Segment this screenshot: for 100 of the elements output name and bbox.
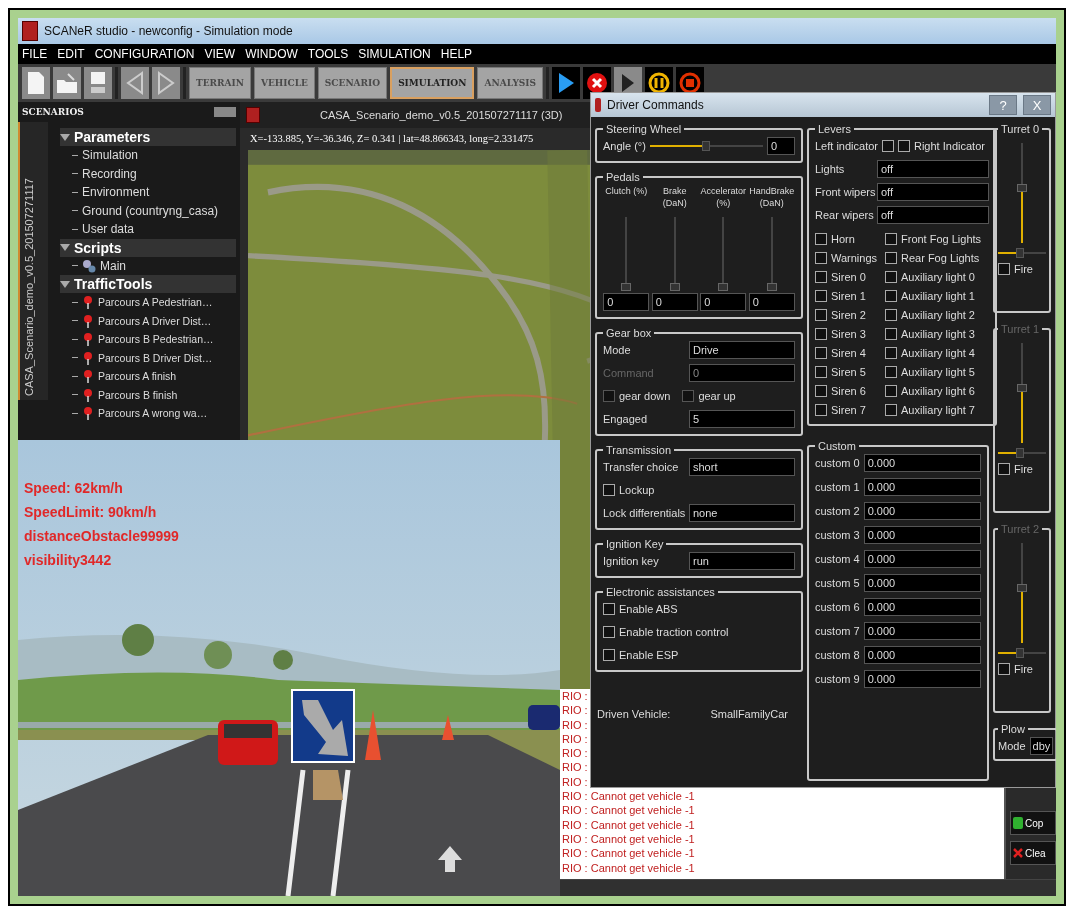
menu-item[interactable]: VIEW: [204, 47, 236, 61]
slider-thumb[interactable]: [766, 283, 777, 291]
vertical-slider[interactable]: [1017, 343, 1027, 443]
value-field[interactable]: 0.000: [863, 598, 981, 616]
tree-item[interactable]: Recording: [82, 166, 137, 181]
tree-item[interactable]: Parcours B Pedestrian…: [98, 333, 214, 346]
checkbox[interactable]: [882, 140, 894, 152]
save-icon[interactable]: [84, 67, 112, 99]
expand-arrow-icon[interactable]: [60, 133, 70, 141]
horizontal-slider[interactable]: [998, 448, 1046, 458]
value-field[interactable]: none: [689, 504, 795, 522]
value-field[interactable]: dby: [1029, 737, 1054, 755]
checkbox[interactable]: [885, 290, 897, 302]
menu-item[interactable]: EDIT: [57, 47, 85, 61]
slider-thumb[interactable]: [669, 283, 680, 291]
checkbox[interactable]: [815, 309, 827, 321]
checkbox[interactable]: [898, 140, 910, 152]
checkbox[interactable]: [998, 263, 1010, 275]
value-field[interactable]: off: [877, 183, 990, 201]
value-field[interactable]: 0.000: [863, 646, 981, 664]
checkbox[interactable]: [885, 271, 897, 283]
checkbox[interactable]: [885, 366, 897, 378]
checkbox[interactable]: [815, 233, 827, 245]
horizontal-slider[interactable]: [998, 648, 1046, 658]
checkbox[interactable]: [603, 626, 615, 638]
value-field[interactable]: 0.000: [863, 574, 981, 592]
slider-thumb[interactable]: [702, 141, 711, 151]
value-field[interactable]: short: [689, 458, 795, 476]
menu-item[interactable]: WINDOW: [245, 47, 298, 61]
slider-thumb[interactable]: [1015, 248, 1024, 258]
horizontal-slider[interactable]: [649, 141, 763, 151]
menu-item[interactable]: SIMULATION: [358, 47, 431, 61]
checkbox[interactable]: [885, 328, 897, 340]
mode-tab[interactable]: ANALYSIS: [477, 67, 544, 99]
checkbox[interactable]: [815, 328, 827, 340]
checkbox[interactable]: [815, 290, 827, 302]
tree-item[interactable]: Parcours A wrong wa…: [98, 407, 208, 420]
tree-item[interactable]: Environment: [82, 185, 150, 200]
checkbox[interactable]: [885, 233, 897, 245]
play-icon[interactable]: [552, 67, 581, 99]
value-field[interactable]: 0.000: [863, 454, 981, 472]
value-field[interactable]: 0.000: [863, 670, 981, 688]
value-field[interactable]: 0: [603, 293, 650, 311]
value-field[interactable]: 5: [689, 410, 795, 428]
value-field[interactable]: 0.000: [863, 526, 981, 544]
new-file-icon[interactable]: [22, 67, 50, 99]
checkbox[interactable]: [885, 347, 897, 359]
mode-tab[interactable]: SIMULATION: [390, 67, 475, 99]
value-field[interactable]: 0.000: [863, 502, 981, 520]
tree-item[interactable]: Parcours B Driver Dist…: [98, 351, 213, 364]
tree-item[interactable]: Main: [100, 258, 126, 273]
vertical-slider[interactable]: [1017, 143, 1027, 243]
value-field[interactable]: run: [689, 552, 795, 570]
scenario-tab[interactable]: CASA_Scenario_demo_v0.5_201507271117: [18, 122, 48, 400]
checkbox[interactable]: [815, 347, 827, 359]
expand-arrow-icon[interactable]: [60, 244, 70, 251]
tree-item[interactable]: Ground (countryng_casa): [82, 203, 219, 218]
menu-item[interactable]: TOOLS: [307, 47, 349, 61]
value-field[interactable]: 0.000: [863, 478, 981, 496]
checkbox[interactable]: [603, 649, 615, 661]
slider-thumb[interactable]: [718, 283, 729, 291]
value-field[interactable]: 0: [748, 293, 795, 311]
log-button[interactable]: Clea: [1010, 841, 1056, 865]
checkbox[interactable]: [815, 404, 827, 416]
checkbox[interactable]: [603, 484, 615, 496]
checkbox[interactable]: [603, 603, 615, 615]
value-field[interactable]: 0: [651, 293, 698, 311]
value-field[interactable]: 0: [767, 137, 795, 155]
horizontal-slider[interactable]: [998, 248, 1046, 258]
menu-item[interactable]: CONFIGURATION: [94, 47, 195, 61]
menu-item[interactable]: FILE: [22, 47, 48, 61]
tree-item[interactable]: Parcours A finish: [98, 370, 177, 383]
mode-tab[interactable]: TERRAIN: [189, 67, 251, 99]
checkbox[interactable]: [815, 271, 827, 283]
tree-item[interactable]: Simulation: [82, 148, 139, 163]
log-button[interactable]: Cop: [1010, 811, 1056, 835]
value-field[interactable]: off: [877, 160, 990, 178]
tree-item[interactable]: Parcours B finish: [98, 388, 178, 401]
checkbox[interactable]: [815, 366, 827, 378]
checkbox[interactable]: [885, 385, 897, 397]
expand-arrow-icon[interactable]: [60, 280, 70, 288]
tree-item[interactable]: User data: [82, 222, 135, 237]
checkbox[interactable]: [885, 404, 897, 416]
checkbox[interactable]: [885, 252, 897, 264]
mode-tab[interactable]: VEHICLE: [253, 67, 315, 99]
value-field[interactable]: 0: [700, 293, 747, 311]
tree-item[interactable]: Parcours A Pedestrian…: [98, 296, 213, 309]
vertical-slider[interactable]: [1017, 543, 1027, 643]
value-field[interactable]: Drive: [689, 341, 795, 359]
checkbox[interactable]: [885, 309, 897, 321]
checkbox[interactable]: [815, 385, 827, 397]
mode-tab[interactable]: SCENARIO: [317, 67, 388, 99]
menu-item[interactable]: HELP: [440, 47, 473, 61]
value-field[interactable]: 0.000: [863, 550, 981, 568]
open-folder-icon[interactable]: [53, 67, 81, 99]
tree-item[interactable]: Parcours A Driver Dist…: [98, 314, 212, 327]
slider-thumb[interactable]: [621, 283, 632, 291]
value-field[interactable]: 0.000: [863, 622, 981, 640]
checkbox[interactable]: [815, 252, 827, 264]
slider-thumb[interactable]: [1017, 184, 1027, 192]
